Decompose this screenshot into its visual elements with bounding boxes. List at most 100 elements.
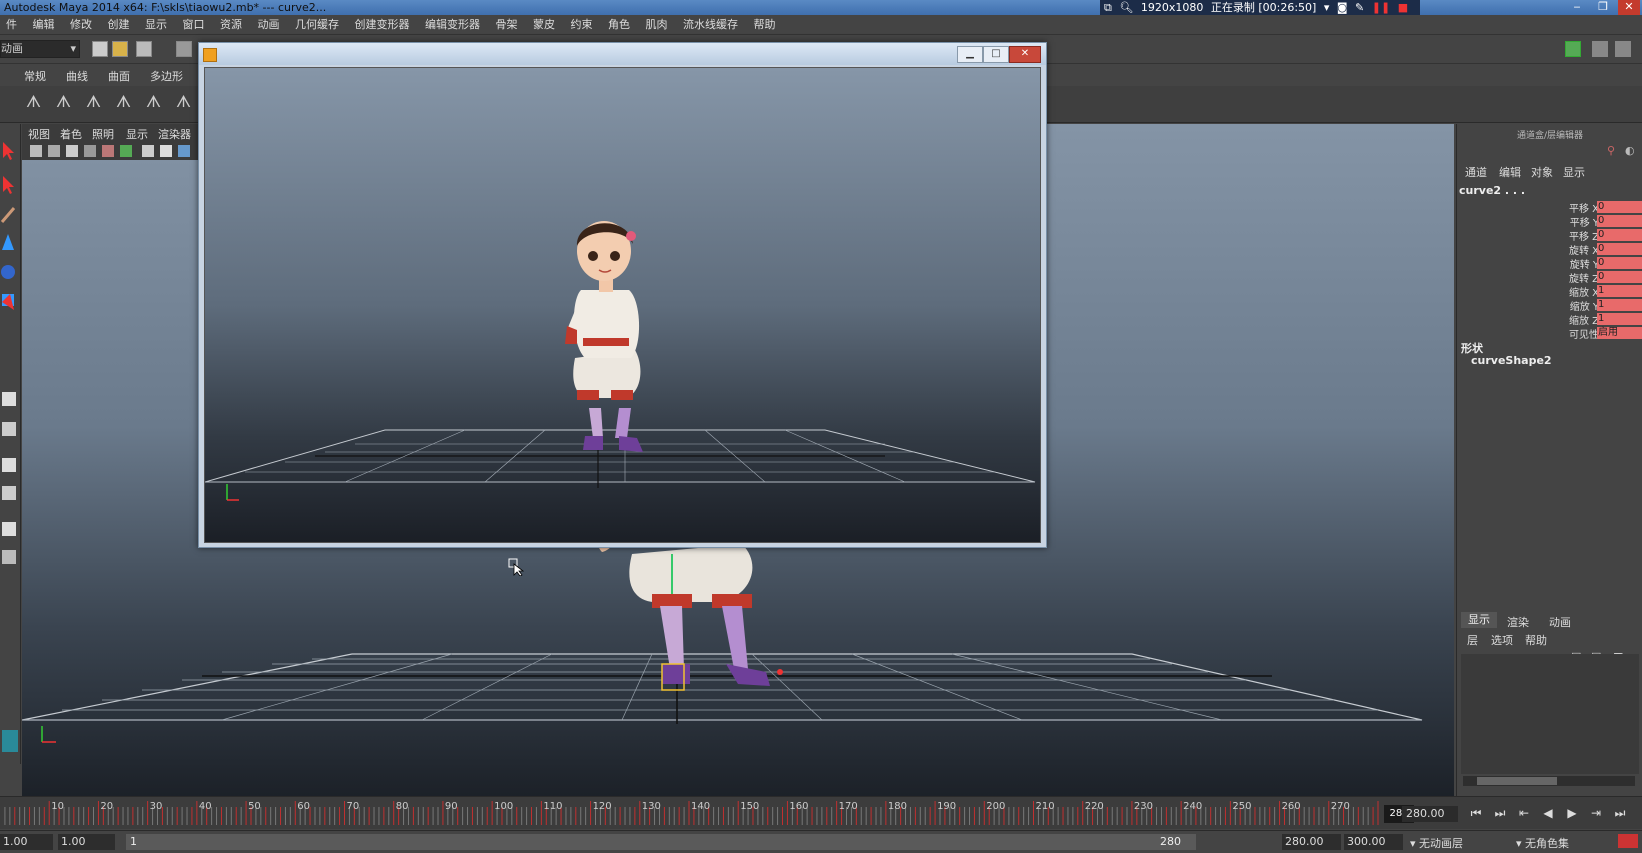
snap-icon[interactable] — [1565, 41, 1581, 57]
layer-scroll-thumb[interactable] — [1477, 777, 1557, 785]
channel-row[interactable]: 旋转 Y0 — [1457, 256, 1642, 271]
menu-animate[interactable]: 动画 — [252, 15, 286, 34]
menu-edit-deformers[interactable]: 编辑变形器 — [419, 15, 486, 34]
stop-icon[interactable]: ■ — [1398, 1, 1408, 14]
channel-row[interactable]: 缩放 Z1 — [1457, 312, 1642, 327]
new-scene-icon[interactable] — [92, 41, 108, 57]
channel-row[interactable]: 旋转 X0 — [1457, 242, 1642, 257]
menu-file[interactable]: 件 — [0, 15, 23, 34]
menu-muscle[interactable]: 肌肉 — [640, 15, 674, 34]
shelf-tool-icon[interactable]: ᗑ — [176, 92, 194, 111]
channel-row[interactable]: 平移 X0 — [1457, 200, 1642, 215]
channel-row[interactable]: 缩放 X1 — [1457, 284, 1642, 299]
shelf-tab-general[interactable]: 常规 — [24, 68, 46, 84]
shelf-tab-surfaces[interactable]: 曲面 — [108, 68, 130, 84]
viewport-menu-renderer[interactable]: 渲染器 — [158, 126, 191, 142]
go-to-end-icon[interactable]: ⏭ — [1612, 806, 1628, 820]
play-forward-icon[interactable]: ▶ — [1564, 806, 1580, 820]
time-slider[interactable]: 10 20 30 40 50 60 70 80 90 100 110 120 130 140 150 160 1… — [0, 796, 1642, 829]
floating-maximize-button[interactable]: □ — [983, 46, 1009, 63]
menu-edit[interactable]: 编辑 — [27, 15, 61, 34]
menu-character[interactable]: 角色 — [602, 15, 636, 34]
channel-row[interactable]: 平移 Y0 — [1457, 214, 1642, 229]
channel-value[interactable]: 0 — [1597, 271, 1642, 283]
channel-row[interactable]: 可见性 启用 — [1457, 326, 1642, 341]
layer-list[interactable] — [1461, 654, 1639, 774]
menu-help[interactable]: 帮助 — [748, 15, 782, 34]
play-backward-icon[interactable]: ◀ — [1540, 806, 1556, 820]
channel-menu-channels[interactable]: 通道 — [1465, 164, 1487, 180]
open-scene-icon[interactable] — [112, 41, 128, 57]
shelf-tab-curves[interactable]: 曲线 — [66, 68, 88, 84]
camera-icon[interactable]: ◙ — [1337, 1, 1348, 14]
menu-modify[interactable]: 修改 — [64, 15, 98, 34]
auto-key-button[interactable] — [1618, 834, 1638, 848]
viewport-menu-show[interactable]: 显示 — [126, 126, 148, 142]
recorder-dropdown-icon[interactable]: ▾ — [1324, 1, 1330, 14]
animation-end-field[interactable]: 300.00 — [1344, 834, 1403, 850]
channel-value[interactable]: 1 — [1597, 285, 1642, 297]
pause-icon[interactable]: ❚❚ — [1372, 1, 1390, 14]
minimize-button[interactable]: ‒ — [1566, 0, 1588, 15]
shelf-tool-icon[interactable]: ᗑ — [56, 92, 74, 111]
channel-menu-edit[interactable]: 编辑 — [1499, 164, 1521, 180]
playback-start-field[interactable]: 1.00 — [58, 834, 115, 850]
layer-menu-help[interactable]: 帮助 — [1525, 632, 1547, 648]
layer-tab-anim[interactable]: 动画 — [1549, 614, 1571, 630]
viewport-menu-lighting[interactable]: 照明 — [92, 126, 114, 142]
viewport-menu-view[interactable]: 视图 — [28, 126, 50, 142]
channel-value[interactable]: 0 — [1597, 201, 1642, 213]
menu-pipeline-cache[interactable]: 流水线缓存 — [677, 15, 744, 34]
attribute-editor-icon[interactable] — [1592, 41, 1608, 57]
channel-lock-icon[interactable]: ◐ — [1625, 144, 1635, 157]
channel-value[interactable]: 0 — [1597, 257, 1642, 269]
step-back-key-icon[interactable]: ⏭︎ — [1492, 806, 1508, 820]
char-set-dropdown[interactable]: ▾ 无角色集 — [1516, 835, 1569, 851]
channel-value[interactable]: 0 — [1597, 243, 1642, 255]
close-button[interactable]: ✕ — [1618, 0, 1640, 15]
current-time-field[interactable]: 280.00 — [1402, 806, 1458, 822]
channel-row[interactable]: 旋转 Z0 — [1457, 270, 1642, 285]
menu-create[interactable]: 创建 — [102, 15, 136, 34]
floating-close-button[interactable]: ✕ — [1009, 46, 1041, 63]
channel-row[interactable]: 平移 Z0 — [1457, 228, 1642, 243]
save-scene-icon[interactable] — [136, 41, 152, 57]
playback-end-field[interactable]: 280.00 — [1282, 834, 1341, 850]
recorder-monitor-icon[interactable]: ⧉ — [1104, 1, 1112, 14]
channel-value[interactable]: 0 — [1597, 215, 1642, 227]
channel-value[interactable]: 0 — [1597, 229, 1642, 241]
anim-layer-dropdown[interactable]: ▾ 无动画层 — [1410, 835, 1463, 851]
select-hierarchy-icon[interactable] — [176, 41, 192, 57]
channel-menu-show[interactable]: 显示 — [1563, 164, 1585, 180]
layer-menu-options[interactable]: 选项 — [1491, 632, 1513, 648]
menu-assets[interactable]: 资源 — [214, 15, 248, 34]
shelf-tool-icon[interactable]: ᗑ — [26, 92, 44, 111]
channel-value[interactable]: 启用 — [1597, 327, 1642, 339]
floating-viewport-canvas[interactable] — [204, 67, 1041, 543]
go-to-start-icon[interactable]: ⏮ — [1468, 806, 1484, 820]
menu-skeleton[interactable]: 骨架 — [490, 15, 524, 34]
floating-window-titlebar[interactable]: ▁ □ ✕ — [199, 43, 1046, 65]
layer-tab-render[interactable]: 渲染 — [1507, 614, 1529, 630]
layer-scrollbar[interactable] — [1463, 776, 1635, 786]
menu-create-deformers[interactable]: 创建变形器 — [349, 15, 416, 34]
layer-tab-display[interactable]: 显示 — [1461, 612, 1497, 628]
channel-menu-object[interactable]: 对象 — [1531, 164, 1553, 180]
channel-box-toggle-icon[interactable] — [1615, 41, 1631, 57]
channel-row[interactable]: 缩放 Y1 — [1457, 298, 1642, 313]
step-back-frame-icon[interactable]: ⇤ — [1516, 806, 1532, 820]
restore-button[interactable]: ❐ — [1592, 0, 1614, 15]
layer-menu-layers[interactable]: 层 — [1467, 632, 1478, 648]
floating-viewport-window[interactable]: ▁ □ ✕ — [198, 42, 1047, 548]
animation-start-field[interactable]: 1.00 — [0, 834, 53, 850]
shelf-tool-icon[interactable]: ᗑ — [146, 92, 164, 111]
menu-skin[interactable]: 蒙皮 — [527, 15, 561, 34]
menu-display[interactable]: 显示 — [139, 15, 173, 34]
channel-key-icon[interactable]: ⚲ — [1607, 144, 1615, 157]
menu-constrain[interactable]: 约束 — [565, 15, 599, 34]
shelf-tool-icon[interactable]: ᗑ — [86, 92, 104, 111]
menu-geometry-cache[interactable]: 几何缓存 — [289, 15, 345, 34]
range-slider[interactable]: 1 280 — [126, 834, 1196, 850]
viewport-menu-shading[interactable]: 着色 — [60, 126, 82, 142]
shelf-tab-polygons[interactable]: 多边形 — [150, 68, 183, 84]
